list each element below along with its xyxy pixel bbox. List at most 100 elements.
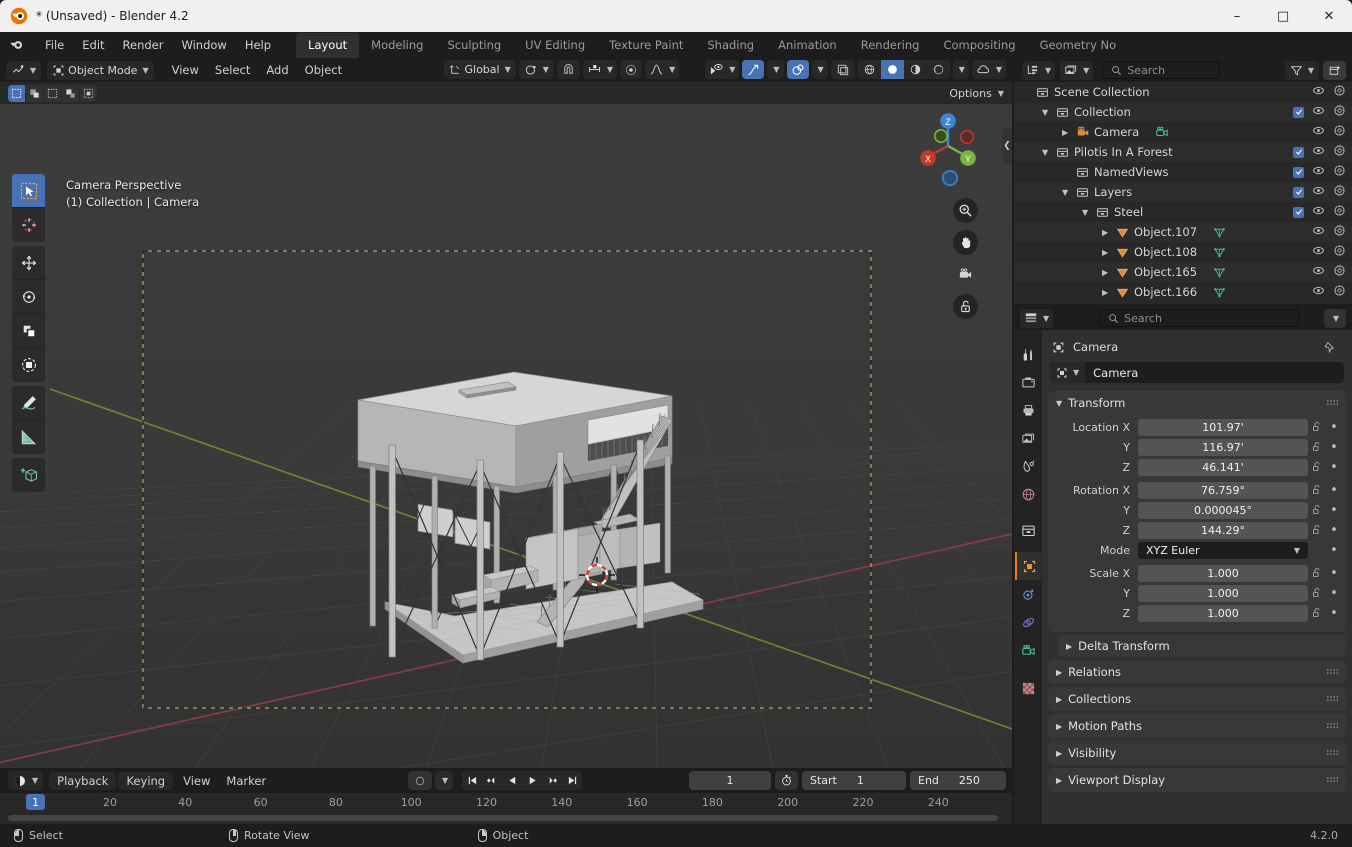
menu-help[interactable]: Help bbox=[236, 35, 280, 55]
panel-relations[interactable]: ▶ Relations bbox=[1048, 660, 1346, 684]
texture-icon[interactable] bbox=[1015, 674, 1041, 702]
disable-in-renders-icon[interactable] bbox=[1333, 84, 1346, 100]
editor-type-button[interactable]: ▼ bbox=[6, 60, 42, 80]
rotate-tool[interactable] bbox=[12, 280, 45, 314]
mesh-data-icon[interactable] bbox=[1213, 246, 1226, 259]
playhead[interactable]: 1 bbox=[26, 794, 45, 810]
next-keyframe-icon[interactable] bbox=[542, 771, 562, 790]
hide-in-viewport-icon[interactable] bbox=[1312, 84, 1325, 100]
lock-icon[interactable] bbox=[1308, 461, 1326, 473]
hide-in-viewport-icon[interactable] bbox=[1312, 284, 1325, 300]
maximize-button[interactable]: □ bbox=[1260, 0, 1306, 32]
property-value-field[interactable]: 1.000 bbox=[1138, 584, 1308, 602]
expander-down-icon[interactable]: ▼ bbox=[1042, 108, 1056, 117]
xray-toggle-button[interactable] bbox=[830, 60, 855, 79]
menu-file[interactable]: File bbox=[36, 35, 73, 55]
workspace-tab-animation[interactable]: Animation bbox=[766, 33, 849, 58]
outliner-row[interactable]: ▶ Object.107 bbox=[1014, 222, 1352, 242]
panel-header[interactable]: ▶ Visibility bbox=[1048, 741, 1346, 765]
outliner-row[interactable]: ▶ Object.165 bbox=[1014, 262, 1352, 282]
sidebar-toggle-arrow[interactable]: ❮ bbox=[1002, 128, 1012, 164]
animate-property-dot[interactable]: • bbox=[1326, 606, 1342, 621]
view-layer-icon[interactable] bbox=[1015, 424, 1041, 452]
menu-edit[interactable]: Edit bbox=[73, 35, 113, 55]
menu-render[interactable]: Render bbox=[114, 35, 173, 55]
drag-grip-icon[interactable] bbox=[1327, 723, 1338, 730]
timeline-ruler[interactable]: 20 40 60 80 100 120 140 160 180 200 220 240 1 bbox=[0, 793, 1012, 812]
hide-in-viewport-icon[interactable] bbox=[1312, 244, 1325, 260]
timeline-editor-type-button[interactable]: ▼ bbox=[8, 771, 44, 790]
animate-property-dot[interactable]: • bbox=[1326, 483, 1342, 498]
panel-header[interactable]: ▶ Collections bbox=[1048, 687, 1346, 711]
outliner-row-label[interactable]: Object.107 bbox=[1134, 225, 1197, 239]
properties-editor-type-button[interactable]: ▼ bbox=[1020, 308, 1054, 328]
panel-visibility[interactable]: ▶ Visibility bbox=[1048, 741, 1346, 765]
workspace-tab-modeling[interactable]: Modeling bbox=[359, 33, 435, 58]
timeline-menu-playback[interactable]: Playback bbox=[49, 771, 117, 790]
transform-tool[interactable] bbox=[12, 348, 45, 382]
panel-header[interactable]: ▶ Viewport Display bbox=[1048, 768, 1346, 792]
solid-shading-button[interactable] bbox=[880, 60, 904, 79]
property-value-field[interactable]: 101.97' bbox=[1138, 418, 1308, 436]
disable-in-renders-icon[interactable] bbox=[1333, 204, 1346, 220]
disable-in-renders-icon[interactable] bbox=[1333, 264, 1346, 280]
expander-right-icon[interactable]: ▶ bbox=[1102, 248, 1116, 257]
exclude-checkbox[interactable] bbox=[1293, 106, 1304, 118]
workspace-tab-compositing[interactable]: Compositing bbox=[931, 33, 1027, 58]
timeline-menu-marker[interactable]: Marker bbox=[218, 772, 274, 790]
outliner-row-label[interactable]: NamedViews bbox=[1094, 165, 1169, 179]
timeline-menu-view[interactable]: View bbox=[175, 772, 218, 790]
current-frame-field[interactable]: 1 bbox=[689, 771, 771, 790]
lock-icon[interactable] bbox=[1308, 587, 1326, 599]
frame-end-field[interactable]: End 250 bbox=[910, 771, 1006, 790]
disable-in-renders-icon[interactable] bbox=[1333, 164, 1346, 180]
properties-search-input[interactable]: Search bbox=[1099, 309, 1300, 327]
exclude-checkbox[interactable] bbox=[1293, 186, 1304, 198]
delta-transform-panel[interactable]: ▶ Delta Transform bbox=[1058, 635, 1346, 657]
outliner-row[interactable]: ▶ Object.166 bbox=[1014, 282, 1352, 302]
overlays-toggle-button[interactable] bbox=[786, 60, 809, 79]
world-icon[interactable] bbox=[1015, 480, 1041, 508]
workspace-tab-uv-editing[interactable]: UV Editing bbox=[513, 33, 597, 58]
mode-selector[interactable]: Object Mode ▼ bbox=[47, 60, 154, 80]
outliner-editor-type-button[interactable]: ▼ bbox=[1022, 60, 1056, 80]
property-value-field[interactable]: 46.141' bbox=[1138, 458, 1308, 476]
auto-keying-options-dropdown[interactable]: ▼ bbox=[435, 771, 454, 790]
proportional-edit-button[interactable] bbox=[620, 60, 643, 79]
viewport-menu-select[interactable]: Select bbox=[207, 61, 258, 79]
outliner-filter-button[interactable]: ▼ bbox=[1284, 61, 1319, 80]
workspace-tab-rendering[interactable]: Rendering bbox=[849, 33, 932, 58]
workspace-tab-texture-paint[interactable]: Texture Paint bbox=[597, 33, 695, 58]
panel-motion-paths[interactable]: ▶ Motion Paths bbox=[1048, 714, 1346, 738]
jump-end-icon[interactable] bbox=[562, 771, 582, 790]
minimize-button[interactable]: – bbox=[1214, 0, 1260, 32]
timeline-menu-keying[interactable]: Keying bbox=[118, 771, 174, 790]
wireframe-shading-button[interactable] bbox=[857, 60, 881, 79]
animate-property-dot[interactable]: • bbox=[1326, 566, 1342, 581]
panel-header[interactable]: ▶ Motion Paths bbox=[1048, 714, 1346, 738]
outliner-display-mode-button[interactable]: ▼ bbox=[1060, 60, 1094, 80]
material-preview-button[interactable] bbox=[903, 60, 927, 79]
transform-orientation-selector[interactable]: Global ▼ bbox=[443, 60, 516, 79]
timeline-scrollbar-track[interactable] bbox=[0, 812, 1012, 824]
use-preview-range-button[interactable] bbox=[775, 771, 798, 790]
object-id-field[interactable]: ▼ Camera bbox=[1050, 362, 1344, 383]
pin-icon[interactable] bbox=[1323, 341, 1336, 354]
panel-header[interactable]: ▶ Relations bbox=[1048, 660, 1346, 684]
outliner-row-label[interactable]: Object.165 bbox=[1134, 265, 1197, 279]
lock-icon[interactable] bbox=[1308, 567, 1326, 579]
exclude-checkbox[interactable] bbox=[1293, 206, 1304, 218]
exclude-checkbox[interactable] bbox=[1293, 146, 1304, 158]
outliner-row[interactable]: ▼ Steel bbox=[1014, 202, 1352, 222]
property-value-field[interactable]: 1.000 bbox=[1138, 564, 1308, 582]
outliner-row-label[interactable]: Scene Collection bbox=[1054, 85, 1150, 99]
properties-body[interactable]: Camera ▼ Camera ▼ Transform Location X 10… bbox=[1042, 330, 1352, 824]
lock-icon[interactable] bbox=[1308, 421, 1326, 433]
lock-icon[interactable] bbox=[1308, 504, 1326, 516]
expander-right-icon[interactable]: ▶ bbox=[1102, 268, 1116, 277]
lock-icon[interactable] bbox=[1308, 441, 1326, 453]
viewport-options-button[interactable]: Options ▼ bbox=[949, 84, 1004, 102]
render-icon[interactable] bbox=[1015, 368, 1041, 396]
snap-target-selector[interactable]: ▼ bbox=[582, 60, 618, 79]
lock-icon[interactable] bbox=[1308, 607, 1326, 619]
